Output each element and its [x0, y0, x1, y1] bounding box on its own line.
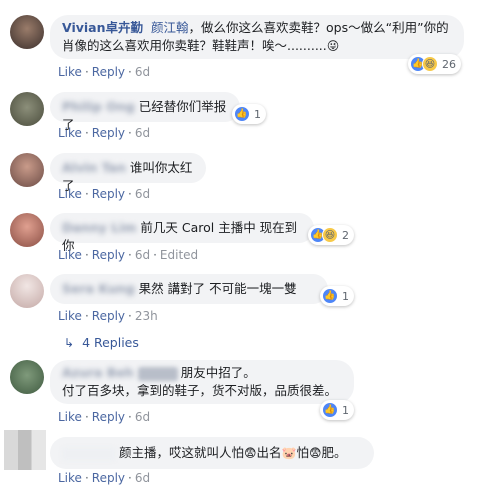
- dot-separator: ·: [128, 65, 132, 79]
- comment-text: 怕: [296, 445, 310, 460]
- comment-author[interactable]: Sera Kung: [62, 281, 135, 296]
- comment-bubble: Vivian卓卉勤 颜江翰，做么你这么喜欢卖鞋？ops～做么“利用”你的 肖像的…: [50, 15, 464, 59]
- reply-link[interactable]: Reply: [92, 126, 125, 140]
- reply-link[interactable]: Reply: [92, 309, 125, 323]
- comment-actions: Like · Reply · 6d · Edited: [58, 248, 198, 262]
- avatar[interactable]: [10, 15, 44, 49]
- comment-mention[interactable]: 颜江翰: [151, 20, 189, 35]
- avatar[interactable]: [10, 213, 44, 247]
- redacted-name: [137, 366, 178, 381]
- reaction-summary[interactable]: 👍 1: [320, 400, 354, 420]
- reply-link[interactable]: Reply: [92, 248, 125, 262]
- like-link[interactable]: Like: [58, 126, 82, 140]
- comment-author[interactable]: Vivian卓卉勤: [62, 20, 143, 35]
- comment-author[interactable]: Danny Lim: [62, 220, 136, 235]
- reply-link[interactable]: Reply: [92, 471, 125, 485]
- thumbs-up-icon: 👍: [322, 402, 338, 418]
- reaction-summary[interactable]: 👍 😆 2: [308, 225, 354, 245]
- comment-author[interactable]: Alvin Tan: [62, 160, 126, 175]
- comment-author[interactable]: Philip Ong: [62, 99, 135, 114]
- reply-arrow-icon: ↳: [64, 335, 75, 350]
- dot-separator: ·: [128, 126, 132, 140]
- comment-time[interactable]: 6d: [135, 471, 150, 485]
- comment-text: ，做么你这么喜欢卖鞋？ops～做么“利用”你的: [188, 20, 449, 35]
- avatar[interactable]: [4, 430, 46, 470]
- like-link[interactable]: Like: [58, 65, 82, 79]
- dot-separator: ·: [84, 187, 89, 201]
- dot-separator: ·: [84, 309, 89, 323]
- comment-text: 肥。: [321, 445, 347, 460]
- dot-separator: ·: [128, 187, 132, 201]
- pig-face-emoji: 🐷: [281, 446, 297, 460]
- replies-count-label: 4 Replies: [82, 335, 139, 350]
- reaction-summary[interactable]: 👍 1: [320, 286, 354, 306]
- comment-author[interactable]: Azura Beh: [62, 365, 134, 380]
- comment-bubble: Sera Kung 果然 講對了 不可能一塊一雙: [50, 274, 328, 304]
- comment-actions: Like · Reply · 6d: [58, 126, 150, 140]
- reaction-count: 1: [342, 403, 349, 417]
- like-link[interactable]: Like: [58, 471, 82, 485]
- redacted-name: [62, 446, 116, 461]
- avatar[interactable]: [10, 274, 44, 308]
- like-link[interactable]: Like: [58, 187, 82, 201]
- fearful-face-emoji: 😨: [309, 446, 322, 460]
- dot-separator: ·: [128, 248, 132, 262]
- dot-separator: ·: [128, 410, 132, 424]
- reaction-summary[interactable]: 👍 😆 26: [408, 54, 461, 74]
- like-link[interactable]: Like: [58, 248, 82, 262]
- dot-separator: ·: [84, 65, 89, 79]
- avatar[interactable]: [10, 153, 44, 187]
- reaction-count: 1: [254, 107, 261, 121]
- comment-time[interactable]: 23h: [135, 309, 158, 323]
- comment-time[interactable]: 6d: [135, 65, 150, 79]
- comment-bubble: Azura Beh 朋友中招了。 付了百多块，拿到的鞋子，货不对版，品质很差。: [50, 360, 354, 404]
- thumbs-up-icon: 👍: [234, 106, 250, 122]
- fearful-face-emoji: 😨: [244, 446, 257, 460]
- comment-actions: Like · Reply · 6d: [58, 471, 150, 485]
- dot-separator: ·: [84, 126, 89, 140]
- reaction-summary[interactable]: 👍 1: [232, 104, 266, 124]
- comment-text: 肖像的这么喜欢用你卖鞋？鞋鞋声！唉～..........: [62, 38, 327, 53]
- reaction-count: 1: [342, 289, 349, 303]
- comment-bubble: Danny Lim 前几天 Carol 主播中 现在到你: [50, 213, 314, 253]
- dot-separator: ·: [84, 410, 89, 424]
- tongue-wink-emoji: 😜: [326, 39, 340, 53]
- dot-separator: ·: [84, 471, 89, 485]
- comment-bubble: 颜主播，哎这就叫人怕😨出名🐷怕😨肥。: [50, 437, 374, 469]
- avatar[interactable]: [10, 360, 44, 394]
- comment-actions: Like · Reply · 23h: [58, 309, 158, 323]
- comment-text: 果然 講對了 不可能一塊一雙: [138, 281, 297, 296]
- comment-actions: Like · Reply · 6d: [58, 410, 150, 424]
- comment-time[interactable]: 6d: [135, 248, 150, 262]
- edited-label[interactable]: Edited: [160, 248, 198, 262]
- reaction-count: 26: [442, 57, 456, 71]
- haha-icon: 😆: [322, 227, 338, 243]
- dot-separator: ·: [84, 248, 89, 262]
- comment-text: 颜主播，哎这就叫人怕: [119, 445, 245, 460]
- comment-text: 出名: [256, 445, 282, 460]
- comment-text: 朋友中招了。: [180, 365, 256, 380]
- comment-actions: Like · Reply · 6d: [58, 65, 150, 79]
- reply-link[interactable]: Reply: [92, 410, 125, 424]
- reaction-count: 2: [342, 228, 349, 242]
- reply-link[interactable]: Reply: [92, 187, 125, 201]
- comment-text: 付了百多块，拿到的鞋子，货不对版，品质很差。: [62, 383, 338, 398]
- comment-actions: Like · Reply · 6d: [58, 187, 150, 201]
- like-link[interactable]: Like: [58, 410, 82, 424]
- reply-link[interactable]: Reply: [92, 65, 125, 79]
- thumbs-up-icon: 👍: [322, 288, 338, 304]
- haha-icon: 😆: [422, 56, 438, 72]
- like-link[interactable]: Like: [58, 309, 82, 323]
- dot-separator: ·: [128, 309, 132, 323]
- avatar[interactable]: [10, 92, 44, 126]
- dot-separator: ·: [153, 248, 157, 262]
- comment-time[interactable]: 6d: [135, 126, 150, 140]
- comment-bubble: Philip Ong 已经替你们举报了: [50, 92, 240, 132]
- comment-bubble: Alvin Tan 谁叫你太红了: [50, 153, 206, 193]
- dot-separator: ·: [128, 471, 132, 485]
- view-replies-link[interactable]: ↳ 4 Replies: [64, 335, 139, 350]
- comment-time[interactable]: 6d: [135, 410, 150, 424]
- comment-time[interactable]: 6d: [135, 187, 150, 201]
